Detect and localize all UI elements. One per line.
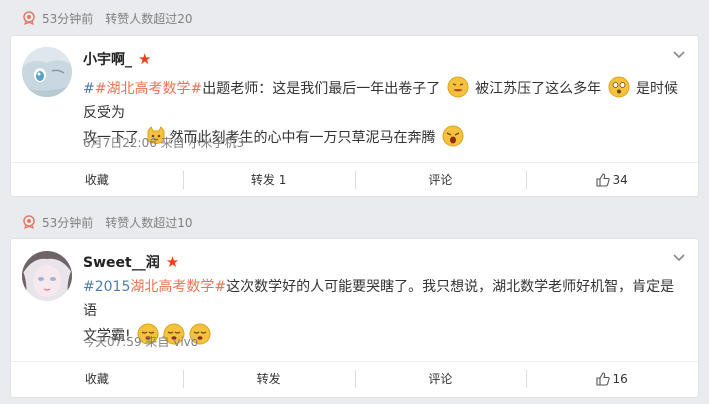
- repost-label: 转发: [256, 372, 281, 386]
- like-button[interactable]: 16: [526, 369, 698, 389]
- star-icon: ★: [165, 253, 180, 271]
- comment-button[interactable]: 评论: [354, 369, 527, 389]
- username-text[interactable]: 小宇啊_: [83, 49, 132, 69]
- star-icon: ★: [138, 50, 152, 68]
- repost-stat: 转赞人数超过10: [105, 215, 193, 230]
- content-text-1: 出题老师：这是我们最后一年出卷子了: [202, 81, 441, 97]
- like-button[interactable]: 34: [526, 170, 698, 190]
- like-count: 16: [612, 372, 628, 386]
- hot-flame-icon: [23, 215, 35, 229]
- collect-label: 收藏: [84, 173, 109, 187]
- action-bar: 收藏 转发 1 评论 34: [11, 162, 698, 197]
- emoji-smirk-icon: [447, 76, 469, 98]
- avatar[interactable]: [22, 47, 72, 97]
- post-time: 53分钟前: [42, 215, 94, 230]
- thumb-up-icon: [596, 173, 611, 187]
- hot-flame-icon: [23, 11, 35, 25]
- like-count: 34: [612, 173, 628, 187]
- post-header: 53分钟前 转赞人数超过20: [22, 8, 193, 28]
- repost-button[interactable]: 转发 1: [182, 170, 355, 190]
- post-header: 53分钟前 转赞人数超过10: [22, 212, 193, 232]
- topic-tag[interactable]: #2015湖北高考数学#: [83, 279, 226, 295]
- content-text-2: 被江苏压了这么多年: [470, 81, 602, 97]
- username-text[interactable]: Sweet__润: [83, 252, 160, 272]
- avatar[interactable]: [22, 251, 72, 301]
- post-meta[interactable]: 6月7日22:06 来自 小米手机3: [83, 134, 244, 151]
- comment-button[interactable]: 评论: [354, 170, 527, 190]
- avatar-image: [22, 47, 72, 97]
- username[interactable]: 小宇啊_ ★: [83, 49, 151, 69]
- collect-button[interactable]: 收藏: [11, 369, 183, 389]
- comment-label: 评论: [428, 173, 453, 187]
- post-time: 53分钟前: [42, 11, 94, 26]
- emoji-wow-icon: [608, 76, 630, 98]
- chevron-down-icon[interactable]: [673, 251, 685, 263]
- username[interactable]: Sweet__润 ★: [83, 252, 179, 272]
- post-card: Sweet__润 ★ #2015湖北高考数学#这次数学好的人可能要哭瞎了。我只想…: [10, 238, 699, 398]
- emoji-shocked-icon: [442, 125, 464, 147]
- avatar-image: [22, 251, 72, 301]
- collect-button[interactable]: 收藏: [11, 170, 183, 190]
- collect-label: 收藏: [84, 372, 109, 386]
- topic-tag[interactable]: ##湖北高考数学#: [83, 81, 202, 97]
- action-bar: 收藏 转发 评论 16: [11, 361, 698, 396]
- repost-button[interactable]: 转发: [182, 369, 355, 389]
- repost-stat: 转赞人数超过20: [105, 11, 193, 26]
- thumb-up-icon: [596, 372, 611, 386]
- repost-label: 转发 1: [250, 173, 287, 187]
- chevron-down-icon[interactable]: [673, 48, 685, 60]
- post-meta[interactable]: 今天07:59 来自 vivo: [83, 333, 198, 350]
- comment-label: 评论: [428, 372, 453, 386]
- post-card: 小宇啊_ ★ ##湖北高考数学#出题老师：这是我们最后一年出卷子了 被江苏压了这…: [10, 35, 699, 197]
